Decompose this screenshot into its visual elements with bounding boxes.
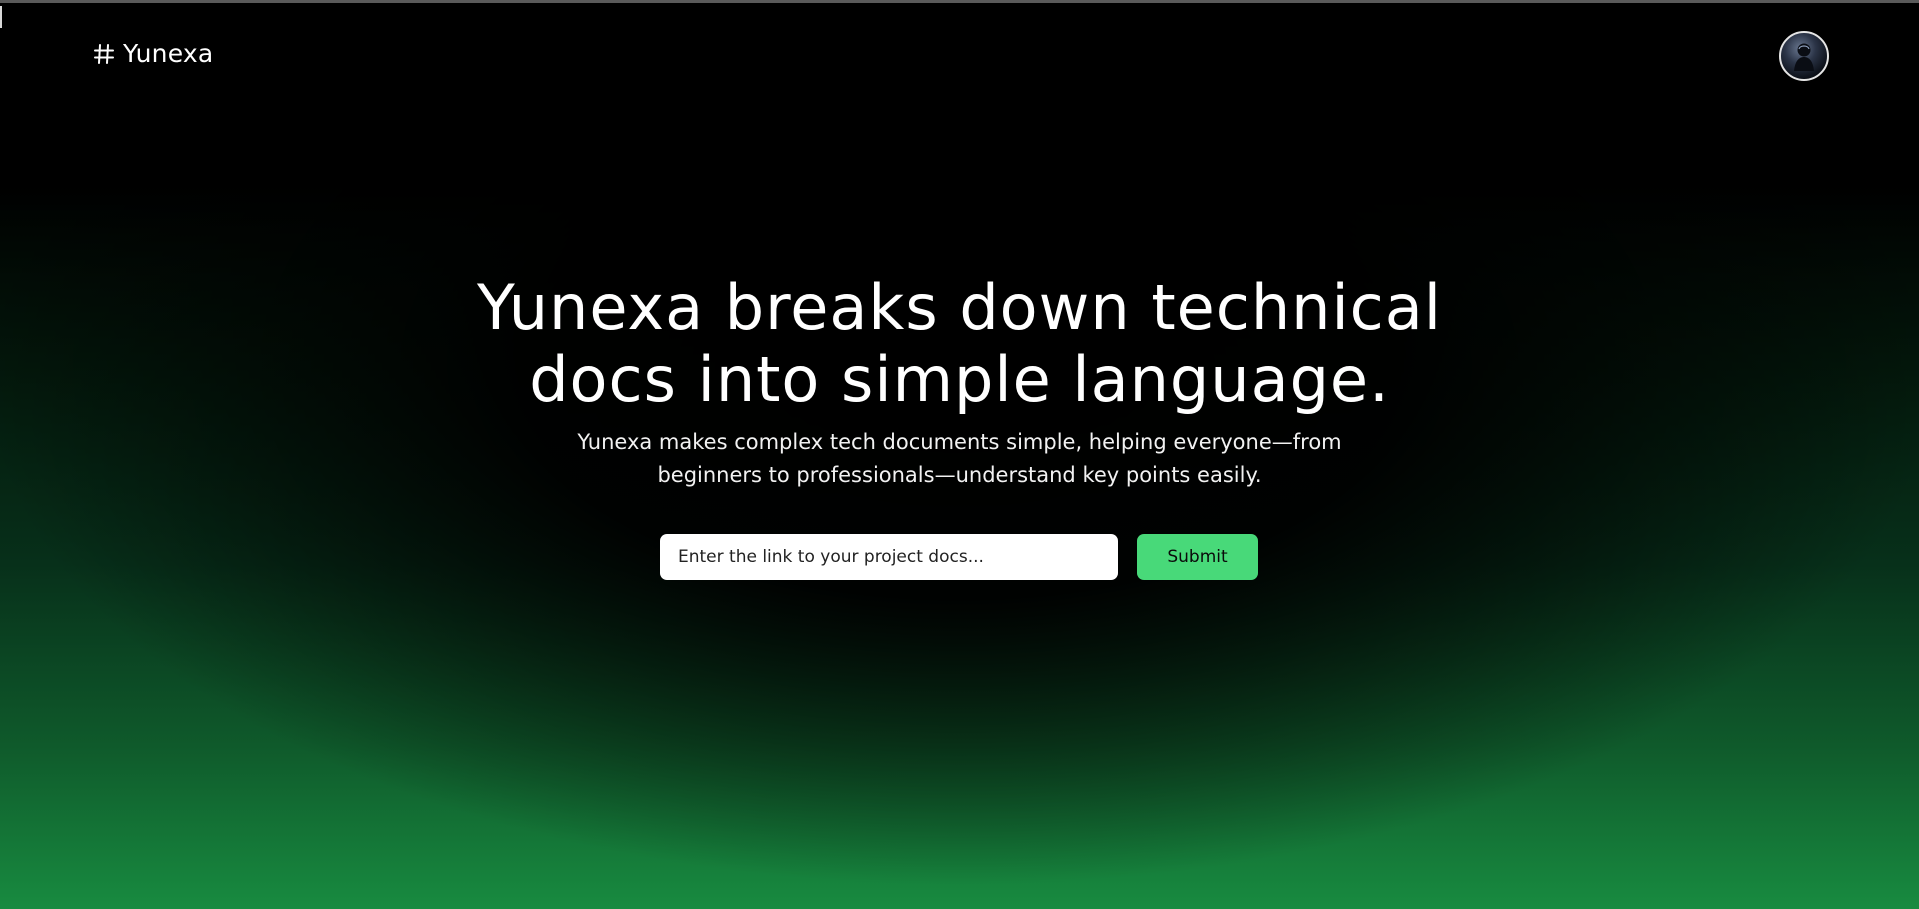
submit-button[interactable]: Submit (1137, 534, 1258, 580)
hero-subtitle: Yunexa makes complex tech documents simp… (460, 426, 1460, 492)
hero-subtitle-line-1: Yunexa makes complex tech documents simp… (577, 430, 1342, 454)
hero-title: Yunexa breaks down technical docs into s… (0, 272, 1919, 416)
docs-link-input[interactable] (660, 534, 1118, 580)
user-avatar[interactable] (1779, 31, 1829, 81)
docs-link-form: Submit (660, 534, 1258, 580)
hash-icon (93, 43, 115, 65)
brand-name: Yunexa (123, 39, 214, 68)
hero-title-line-2: docs into simple language. (529, 343, 1390, 416)
hero-subtitle-line-2: beginners to professionals—understand ke… (657, 463, 1262, 487)
brand-logo[interactable]: Yunexa (93, 39, 213, 69)
user-avatar-icon (1794, 43, 1814, 71)
navbar: Yunexa (0, 3, 1919, 103)
hero-section: Yunexa breaks down technical docs into s… (0, 272, 1919, 492)
hero-title-line-1: Yunexa breaks down technical (477, 271, 1442, 344)
